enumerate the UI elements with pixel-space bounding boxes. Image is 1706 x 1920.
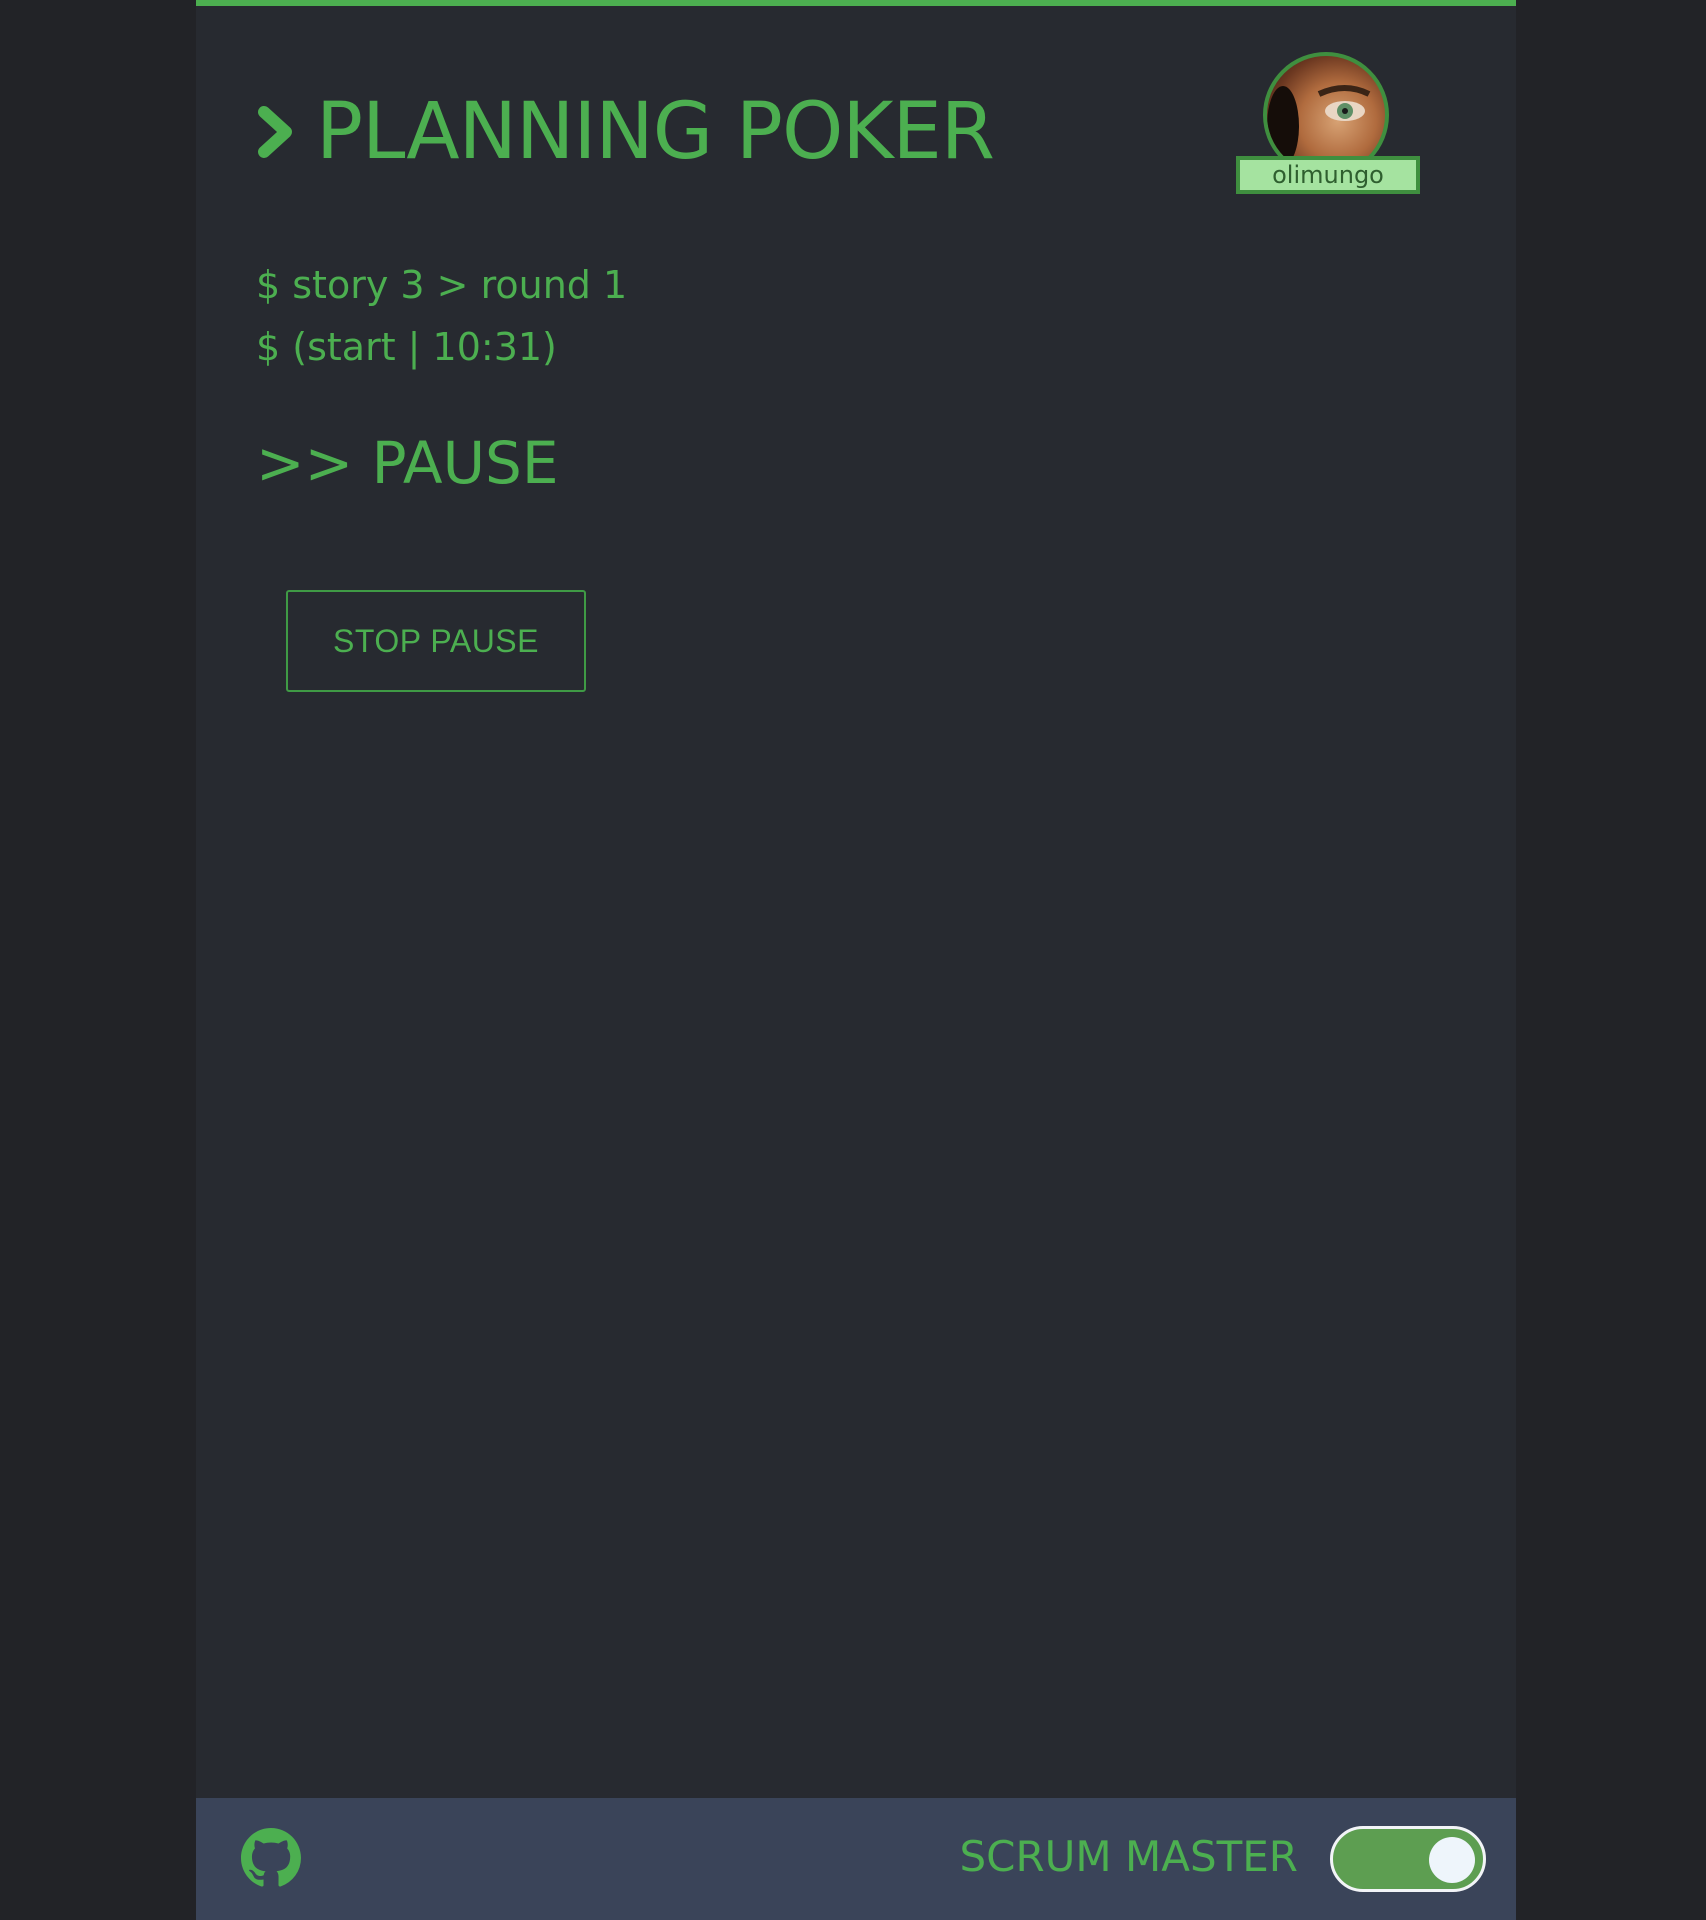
app-panel: PLANNING POKER olimungo $ story 3 > roun…: [196, 0, 1516, 1920]
state-label: >> PAUSE: [256, 429, 559, 497]
start-time-line: $ (start | 10:31): [256, 325, 557, 369]
stop-pause-button[interactable]: STOP PAUSE: [286, 590, 586, 692]
user-badge[interactable]: olimungo: [1236, 52, 1420, 196]
page-title: PLANNING POKER: [256, 82, 995, 182]
story-round-line: $ story 3 > round 1: [256, 263, 628, 307]
toggle-knob: [1429, 1837, 1475, 1883]
username-label: olimungo: [1236, 156, 1420, 194]
github-icon[interactable]: [241, 1828, 301, 1888]
chevron-right-icon: [258, 106, 292, 158]
scrum-master-label: SCRUM MASTER: [959, 1832, 1298, 1881]
page-title-text: PLANNING POKER: [316, 87, 995, 177]
scrum-master-toggle[interactable]: [1330, 1826, 1486, 1892]
footer: SCRUM MASTER: [196, 1798, 1516, 1920]
top-accent-bar: [196, 0, 1516, 6]
